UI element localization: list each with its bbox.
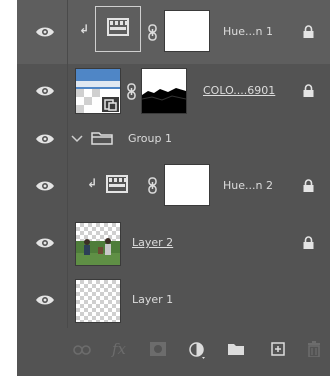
layer-name[interactable]: COLO....6901	[203, 84, 275, 97]
clipping-arrow-icon: ↲	[79, 22, 90, 36]
smart-object-thumbnail[interactable]	[75, 68, 121, 114]
lock-icon	[303, 25, 314, 38]
layer-name[interactable]: Layer 1	[132, 293, 173, 306]
layer-row-hue-2[interactable]: ↲ Hue...n 2	[17, 158, 330, 215]
visibility-eye-icon[interactable]	[35, 293, 55, 307]
layer-row-layer-1[interactable]: Layer 1	[17, 272, 330, 329]
link-layers-icon[interactable]	[73, 345, 91, 358]
layer-row-layer-2[interactable]: Layer 2	[17, 214, 330, 273]
add-mask-icon[interactable]	[150, 342, 166, 359]
lock-icon	[303, 236, 314, 249]
row-divider	[67, 0, 68, 64]
layer-row-group-1[interactable]: Group 1	[17, 118, 330, 159]
layers-panel: ↲ Hue...n 1 COLO....6901 Group 1 ↲ Hue..…	[17, 0, 330, 376]
new-layer-icon[interactable]	[271, 342, 285, 359]
layer-name[interactable]: Layer 2	[132, 236, 173, 249]
layers-toolbar: fx	[17, 328, 330, 376]
layer-name[interactable]: Group 1	[128, 132, 172, 145]
lock-icon	[303, 84, 314, 97]
layer-row-colo[interactable]: COLO....6901	[17, 64, 330, 119]
layer-mask-thumbnail[interactable]	[164, 164, 210, 206]
row-divider	[67, 118, 68, 158]
layer-thumbnail[interactable]	[75, 222, 121, 266]
mask-link-icon[interactable]	[148, 24, 157, 41]
row-divider	[67, 64, 68, 118]
row-divider	[67, 214, 68, 272]
clipping-arrow-icon: ↲	[87, 176, 98, 190]
layer-mask-thumbnail[interactable]	[164, 10, 210, 52]
layer-name[interactable]: Hue...n 2	[223, 179, 273, 192]
visibility-eye-icon[interactable]	[35, 132, 55, 146]
lock-icon	[303, 179, 314, 192]
layer-name[interactable]: Hue...n 1	[223, 25, 273, 38]
hue-saturation-adjustment-icon[interactable]	[95, 6, 141, 52]
new-group-icon[interactable]	[227, 342, 245, 359]
visibility-eye-icon[interactable]	[35, 25, 55, 39]
visibility-eye-icon[interactable]	[35, 179, 55, 193]
chevron-down-icon[interactable]	[71, 133, 83, 146]
hue-saturation-adjustment-icon[interactable]	[101, 172, 133, 196]
trash-icon[interactable]	[307, 341, 321, 360]
layer-thumbnail[interactable]	[75, 279, 121, 323]
row-divider	[67, 272, 68, 328]
layer-row-hue-1[interactable]: ↲ Hue...n 1	[17, 0, 330, 65]
visibility-eye-icon[interactable]	[35, 236, 55, 250]
adjustment-layer-icon[interactable]	[189, 342, 207, 363]
fx-icon[interactable]: fx	[112, 340, 126, 358]
mask-link-icon[interactable]	[127, 83, 136, 100]
mask-link-icon[interactable]	[148, 177, 157, 194]
folder-icon	[91, 131, 113, 148]
layer-mask-thumbnail[interactable]	[141, 68, 187, 114]
visibility-eye-icon[interactable]	[35, 84, 55, 98]
row-divider	[67, 158, 68, 214]
